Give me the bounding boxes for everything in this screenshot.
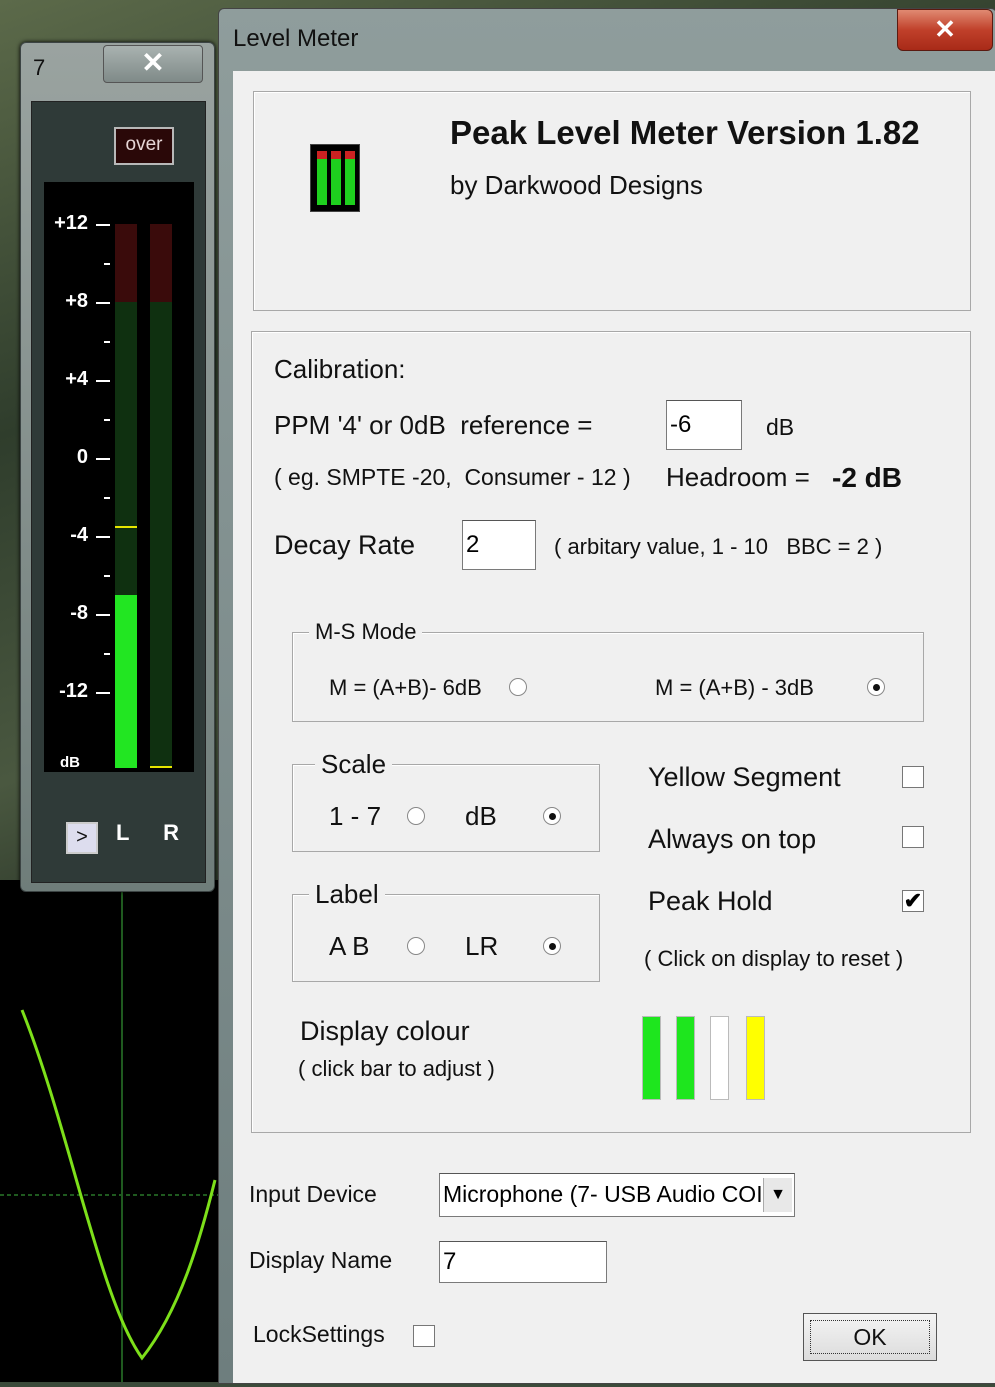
about-panel: Peak Level Meter Version 1.82 by Darkwoo… [253,91,971,311]
display-name-input[interactable] [439,1241,607,1283]
headroom-value: -2 dB [832,462,902,493]
display-colour-hint: ( click bar to adjust ) [298,1056,495,1081]
yellow-segment-label: Yellow Segment [648,762,841,792]
ms-mode-legend: M-S Mode [309,619,423,645]
meter-tick-label: +12 [54,212,88,234]
label-option1-radio[interactable] [407,937,425,955]
decay-input[interactable] [462,520,536,570]
input-device-select[interactable]: Microphone (7- USB Audio COI ▼ [439,1173,795,1217]
label-option2-radio[interactable] [543,937,561,955]
right-bar-over-zone [150,224,172,302]
display-name-label: Display Name [249,1247,393,1273]
expand-button[interactable]: > [66,822,98,854]
right-bar-track [150,302,172,768]
always-on-top-label: Always on top [648,824,817,854]
oscilloscope-window [0,880,225,1382]
meter-tick-mark [96,458,110,460]
meter-minor-tick [104,497,110,499]
scale-option1-label: 1 - 7 [329,801,382,831]
ok-label: OK [853,1324,887,1350]
meter-tick-mark [96,380,110,382]
app-icon [310,144,360,212]
meter-minor-tick [104,263,110,265]
lock-settings-checkbox[interactable] [413,1325,435,1347]
scale-legend: Scale [315,749,393,780]
left-bar-over-zone [115,224,137,302]
scale-option2-label: dB [465,801,497,831]
scale-option1-radio[interactable] [407,807,425,825]
meter-tick-label: +8 [65,290,88,312]
label-option1-label: A B [329,931,370,961]
input-device-value: Microphone (7- USB Audio COI [443,1181,763,1207]
right-level-bar [150,766,172,768]
meter-tick-label: +4 [65,368,88,390]
meter-tick-label: -8 [70,602,88,624]
meter-tick-mark [96,536,110,538]
meter-tick-mark [96,692,110,694]
meter-tick-mark [96,302,110,304]
input-device-label: Input Device [249,1181,377,1207]
ms-option2-label: M = (A+B) - 3dB [655,675,814,700]
app-author: by Darkwood Designs [450,170,703,200]
peak-reset-hint: ( Click on display to reset ) [644,946,904,971]
calibration-heading: Calibration: [274,354,406,384]
meter-close-button[interactable]: ✕ [103,45,203,83]
peak-hold-label: Peak Hold [648,886,773,916]
channel-labels: L R [116,820,194,845]
decay-label: Decay Rate [274,530,416,560]
peak-hold-checkbox[interactable]: ✔ [902,890,924,912]
reference-unit: dB [766,414,795,440]
lock-settings-label: LockSettings [253,1321,385,1347]
chevron-down-icon[interactable]: ▼ [763,1178,792,1212]
colour-bar-1[interactable] [642,1016,661,1100]
reference-label: PPM '4' or 0dB reference = [274,410,593,440]
level-meter-window[interactable]: 7 ✕ over +12 +8 +4 0 -4 -8 -12 dB > L R [20,42,215,892]
yellow-segment-checkbox[interactable] [902,766,924,788]
meter-window-title: 7 [33,55,46,80]
meter-body: over +12 +8 +4 0 -4 -8 -12 dB > L R [31,101,206,883]
label-legend: Label [309,879,385,910]
meter-minor-tick [104,653,110,655]
ms-mode-group: M-S Mode M = (A+B)- 6dB M = (A+B) - 3dB [292,619,924,722]
meter-unit-label: dB [60,754,80,771]
oscilloscope-trace [0,880,225,1382]
colour-bar-4[interactable] [746,1016,765,1100]
level-meter-dialog[interactable]: Level Meter ✕ Peak Level Meter Version 1… [218,8,995,1384]
headroom-label: Headroom = [666,462,810,492]
colour-bar-2[interactable] [676,1016,695,1100]
label-group: Label A B LR [292,879,600,982]
ms-option1-radio[interactable] [509,678,527,696]
settings-panel: Calibration: PPM '4' or 0dB reference = … [251,331,971,1133]
always-on-top-checkbox[interactable] [902,826,924,848]
ok-button[interactable]: OK [803,1313,937,1361]
label-option2-label: LR [465,931,499,961]
meter-tick-label: 0 [76,446,88,468]
colour-bar-3[interactable] [710,1016,729,1100]
meter-display[interactable]: +12 +8 +4 0 -4 -8 -12 dB [44,182,194,772]
ms-option1-label: M = (A+B)- 6dB [329,675,482,700]
dialog-title: Level Meter [233,25,359,52]
dialog-close-button[interactable]: ✕ [897,9,993,51]
meter-minor-tick [104,419,110,421]
scale-option2-radio[interactable] [543,807,561,825]
app-name: Peak Level Meter Version 1.82 [450,114,920,151]
display-colour-label: Display colour [300,1016,470,1046]
ms-option2-radio[interactable] [867,678,885,696]
meter-tick-mark [96,224,110,226]
calibration-examples: ( eg. SMPTE -20, Consumer - 12 ) [274,464,631,490]
left-level-bar [115,594,137,768]
left-peak-marker [115,526,137,529]
scale-group: Scale 1 - 7 dB [292,749,600,852]
reference-input[interactable] [666,400,742,450]
meter-tick-label: -4 [70,524,88,546]
meter-minor-tick [104,341,110,343]
meter-minor-tick [104,575,110,577]
dialog-client-area: Peak Level Meter Version 1.82 by Darkwoo… [233,71,995,1383]
meter-tick-mark [96,614,110,616]
meter-tick-label: -12 [59,680,88,702]
decay-hint: ( arbitary value, 1 - 10 BBC = 2 ) [554,534,883,559]
over-indicator[interactable]: over [114,127,174,165]
